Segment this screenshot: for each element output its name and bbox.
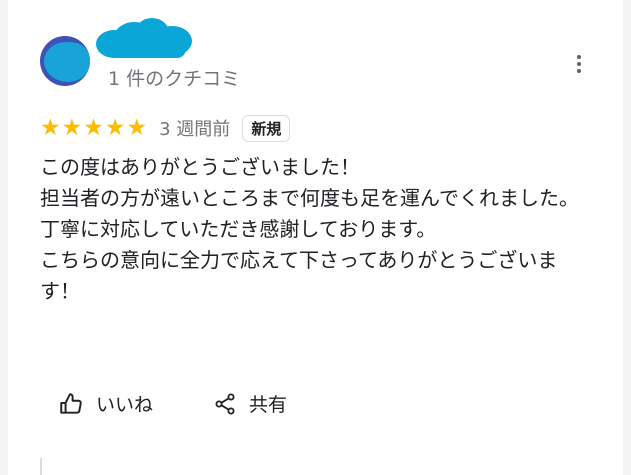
star-rating: ★ ★ ★ ★ ★ bbox=[40, 114, 148, 141]
star-icon: ★ bbox=[61, 114, 83, 141]
share-button[interactable]: 共有 bbox=[213, 390, 287, 417]
star-icon: ★ bbox=[104, 114, 126, 141]
reviewer-name-redacted[interactable] bbox=[96, 18, 196, 58]
thumb-up-icon bbox=[58, 391, 84, 417]
share-icon bbox=[213, 392, 237, 416]
review-card: 1 件のクチコミ ★ ★ ★ ★ ★ 3 週間前 新規 この度はありがとうござい… bbox=[8, 0, 623, 475]
rating-row: ★ ★ ★ ★ ★ 3 週間前 新規 bbox=[40, 114, 291, 142]
review-text: この度はありがとうございました！ 担当者の方が遠いところまで何度も足を運んでくれ… bbox=[40, 155, 579, 303]
star-icon: ★ bbox=[83, 114, 104, 141]
share-label: 共有 bbox=[249, 394, 288, 416]
review-count[interactable]: 1 件のクチコミ bbox=[108, 64, 240, 91]
more-vert-icon[interactable] bbox=[568, 52, 590, 76]
review-actions: いいね 共有 bbox=[58, 390, 287, 417]
star-icon: ★ bbox=[40, 114, 61, 141]
avatar[interactable] bbox=[40, 36, 90, 86]
like-button[interactable]: いいね bbox=[58, 390, 153, 417]
new-badge: 新規 bbox=[242, 114, 291, 142]
review-time: 3 週間前 bbox=[159, 119, 231, 140]
avatar-image bbox=[44, 42, 90, 82]
divider bbox=[40, 458, 42, 475]
star-icon: ★ bbox=[126, 114, 148, 141]
like-label: いいね bbox=[96, 394, 154, 416]
